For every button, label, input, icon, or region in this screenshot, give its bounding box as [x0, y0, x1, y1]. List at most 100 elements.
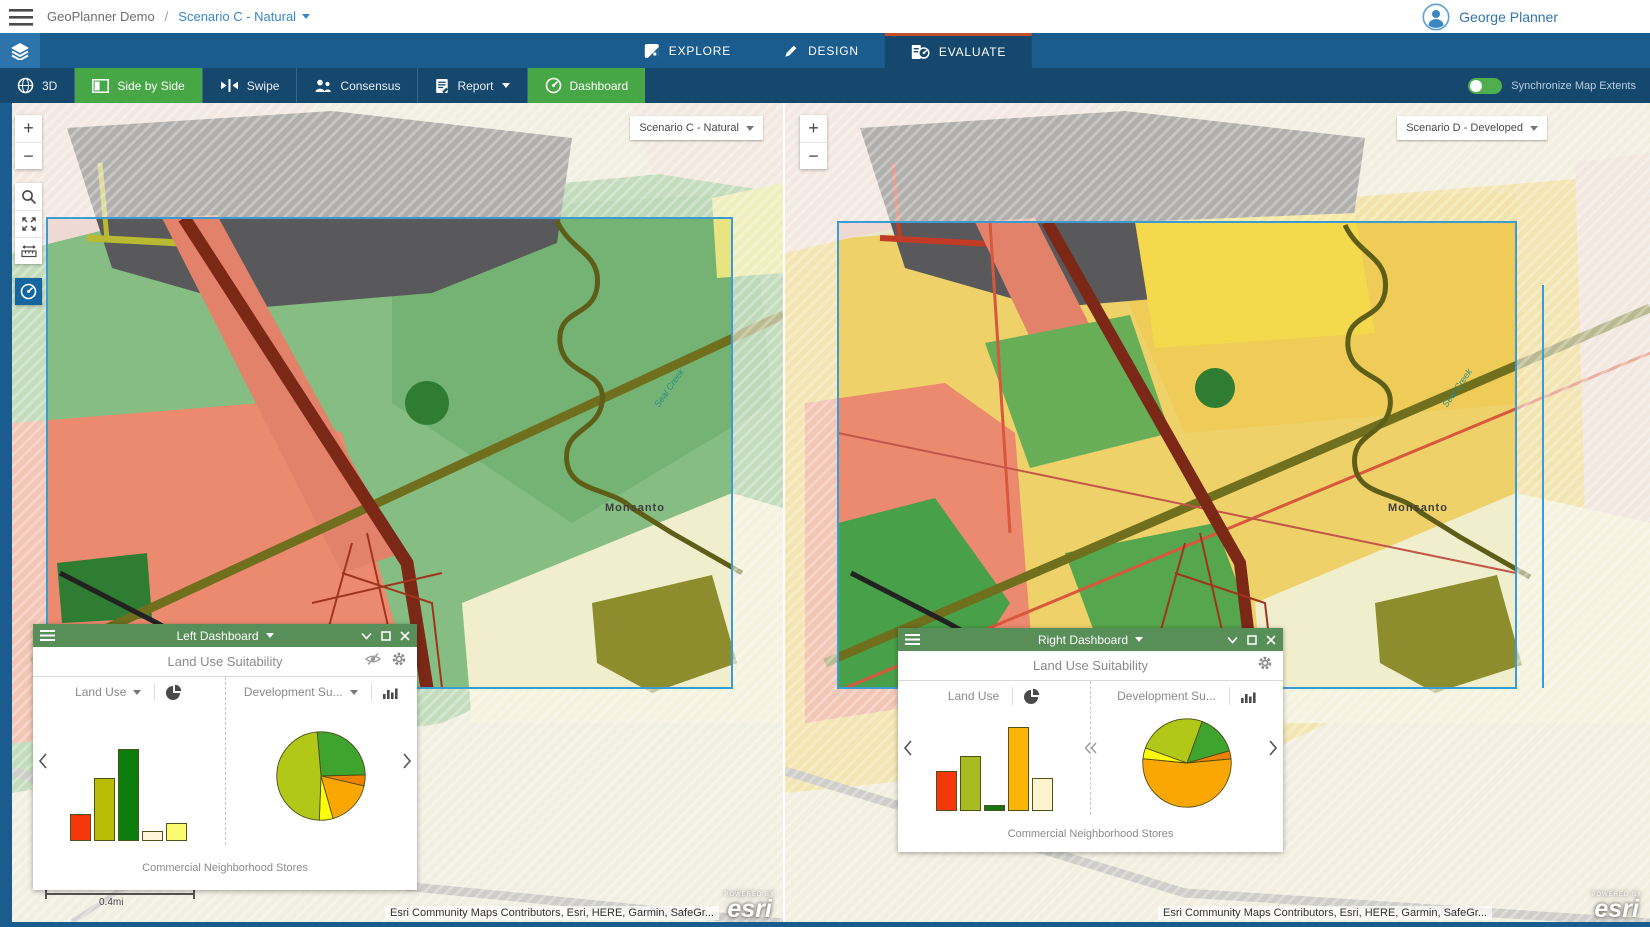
tab-explore[interactable]: EXPLORE — [618, 33, 757, 68]
measure-ruler-icon — [21, 245, 37, 258]
map-tools-right: + − — [800, 115, 827, 183]
maximize-button[interactable] — [381, 631, 391, 641]
dashboard-title-menu[interactable]: Right Dashboard — [898, 633, 1283, 647]
zoom-out-button[interactable]: − — [15, 142, 42, 169]
avatar-icon — [1422, 3, 1450, 31]
app-menu-button[interactable] — [9, 8, 35, 26]
threed-button[interactable]: 3D — [0, 68, 74, 103]
carousel-prev-button[interactable] — [38, 753, 48, 769]
widget-selector[interactable]: Land Use — [948, 689, 999, 703]
chevron-down-icon — [1227, 636, 1238, 644]
map-tools-left: + − — [15, 115, 42, 305]
esri-wordmark: esri — [1591, 898, 1642, 920]
bar-chart-area — [33, 707, 225, 845]
dashboard-subtitle: Land Use Suitability — [33, 654, 417, 669]
measure-button[interactable] — [15, 237, 42, 264]
scenario-breadcrumb-menu[interactable]: Scenario C - Natural — [178, 9, 310, 24]
tab-design[interactable]: DESIGN — [757, 33, 885, 68]
chevron-down-icon — [361, 632, 372, 640]
settings-button[interactable] — [1257, 655, 1273, 676]
zoom-out-button[interactable]: − — [800, 142, 827, 169]
toggle-knob — [1470, 80, 1482, 92]
carousel-next-button[interactable] — [1268, 740, 1278, 756]
side-by-side-icon — [92, 79, 109, 93]
close-button[interactable] — [1266, 635, 1276, 645]
bar-segment — [142, 831, 163, 841]
close-button[interactable] — [400, 631, 410, 641]
carousel-next-button[interactable] — [402, 753, 412, 769]
panel-collapse-left-button[interactable] — [1084, 741, 1098, 755]
zoom-in-button[interactable]: + — [800, 115, 827, 142]
tab-evaluate[interactable]: EVALUATE — [885, 33, 1032, 68]
consensus-button[interactable]: Consensus — [297, 68, 417, 103]
dashboard-left-header[interactable]: Left Dashboard — [33, 624, 417, 647]
layers-button[interactable] — [0, 33, 40, 68]
bar-chart-icon — [382, 686, 399, 699]
map-place-label: Monsanto — [605, 502, 665, 514]
dashboard-left-panel: Left Dashboard Land Use Suitability — [33, 624, 417, 890]
explore-icon — [644, 43, 660, 59]
bar-segment — [960, 756, 981, 811]
carousel-prev-button[interactable] — [903, 740, 913, 756]
map-place-label: Monsanto — [1388, 502, 1448, 514]
side-by-side-button[interactable]: Side by Side — [75, 68, 201, 103]
zoom-in-button[interactable]: + — [15, 115, 42, 142]
sync-extents-toggle[interactable] — [1468, 78, 1502, 94]
eye-slash-icon — [365, 652, 381, 666]
widget-selector[interactable]: Development Su... — [1117, 689, 1216, 703]
dashboard-widgets: Land Use Development Su... — [33, 677, 417, 845]
dashboard-title: Left Dashboard — [176, 629, 258, 643]
dashboard-right-header[interactable]: Right Dashboard — [898, 628, 1283, 651]
bar-segment — [1008, 727, 1029, 811]
swipe-button[interactable]: Swipe — [203, 68, 297, 103]
visibility-button[interactable] — [365, 652, 381, 671]
side-by-side-label: Side by Side — [117, 79, 184, 93]
widget-selector[interactable]: Development Su... — [244, 685, 343, 699]
bar-segment — [1032, 778, 1053, 811]
settings-button[interactable] — [391, 651, 407, 672]
dashboard-tool-button[interactable] — [15, 278, 42, 305]
report-button[interactable]: Report — [418, 68, 526, 103]
double-chevron-left-icon — [1084, 741, 1098, 755]
scenario-breadcrumb-label: Scenario C - Natural — [178, 9, 296, 24]
esri-logo: POWERED BY esri — [1591, 892, 1642, 920]
search-icon — [21, 189, 37, 205]
collapse-button[interactable] — [361, 632, 372, 640]
user-name: George Planner — [1459, 9, 1558, 25]
chart-type-button[interactable] — [1012, 687, 1040, 705]
scenario-select-right[interactable]: Scenario D - Developed — [1397, 116, 1547, 140]
geoplanner-app: GeoPlanner Demo / Scenario C - Natural G… — [0, 0, 1650, 927]
caret-down-icon — [502, 83, 510, 88]
chart-type-button[interactable] — [371, 683, 399, 701]
widget-selector[interactable]: Land Use — [75, 685, 126, 699]
pie-slice — [317, 732, 365, 776]
search-button[interactable] — [15, 183, 42, 210]
widget-development-suitability: Development Su... — [225, 677, 418, 845]
consensus-people-icon — [314, 79, 332, 93]
bar-segment — [936, 771, 957, 811]
bottom-strip — [0, 922, 1650, 927]
user-menu[interactable]: George Planner — [1422, 3, 1558, 31]
evaluate-toolbar: 3D Side by Side Swipe — [0, 68, 1650, 103]
chart-type-button[interactable] — [154, 683, 182, 701]
scenario-select-left[interactable]: Scenario C - Natural — [630, 116, 763, 140]
dashboard-button[interactable]: Dashboard — [528, 68, 646, 103]
maximize-icon — [381, 631, 391, 641]
dashboard-title-menu[interactable]: Left Dashboard — [33, 629, 417, 643]
bar-segment — [70, 814, 91, 841]
full-extent-button[interactable] — [15, 210, 42, 237]
collapse-button[interactable] — [1227, 636, 1238, 644]
maximize-button[interactable] — [1247, 635, 1257, 645]
app-title: GeoPlanner Demo — [47, 9, 155, 24]
dashboard-label: Dashboard — [570, 79, 629, 93]
map-attribution: Esri Community Maps Contributors, Esri, … — [1158, 906, 1492, 920]
tab-explore-label: EXPLORE — [669, 44, 731, 58]
mode-tabs: EXPLORE DESIGN EVALUATE — [618, 33, 1032, 68]
dashboard-title: Right Dashboard — [1038, 633, 1128, 647]
chart-type-button[interactable] — [1229, 687, 1257, 705]
layers-icon — [10, 42, 30, 60]
gear-icon — [1257, 655, 1273, 671]
left-panel-strip — [0, 103, 12, 922]
widget-development-suitability: Development Su... — [1090, 681, 1283, 815]
dashboard-gauge-icon — [545, 77, 562, 94]
